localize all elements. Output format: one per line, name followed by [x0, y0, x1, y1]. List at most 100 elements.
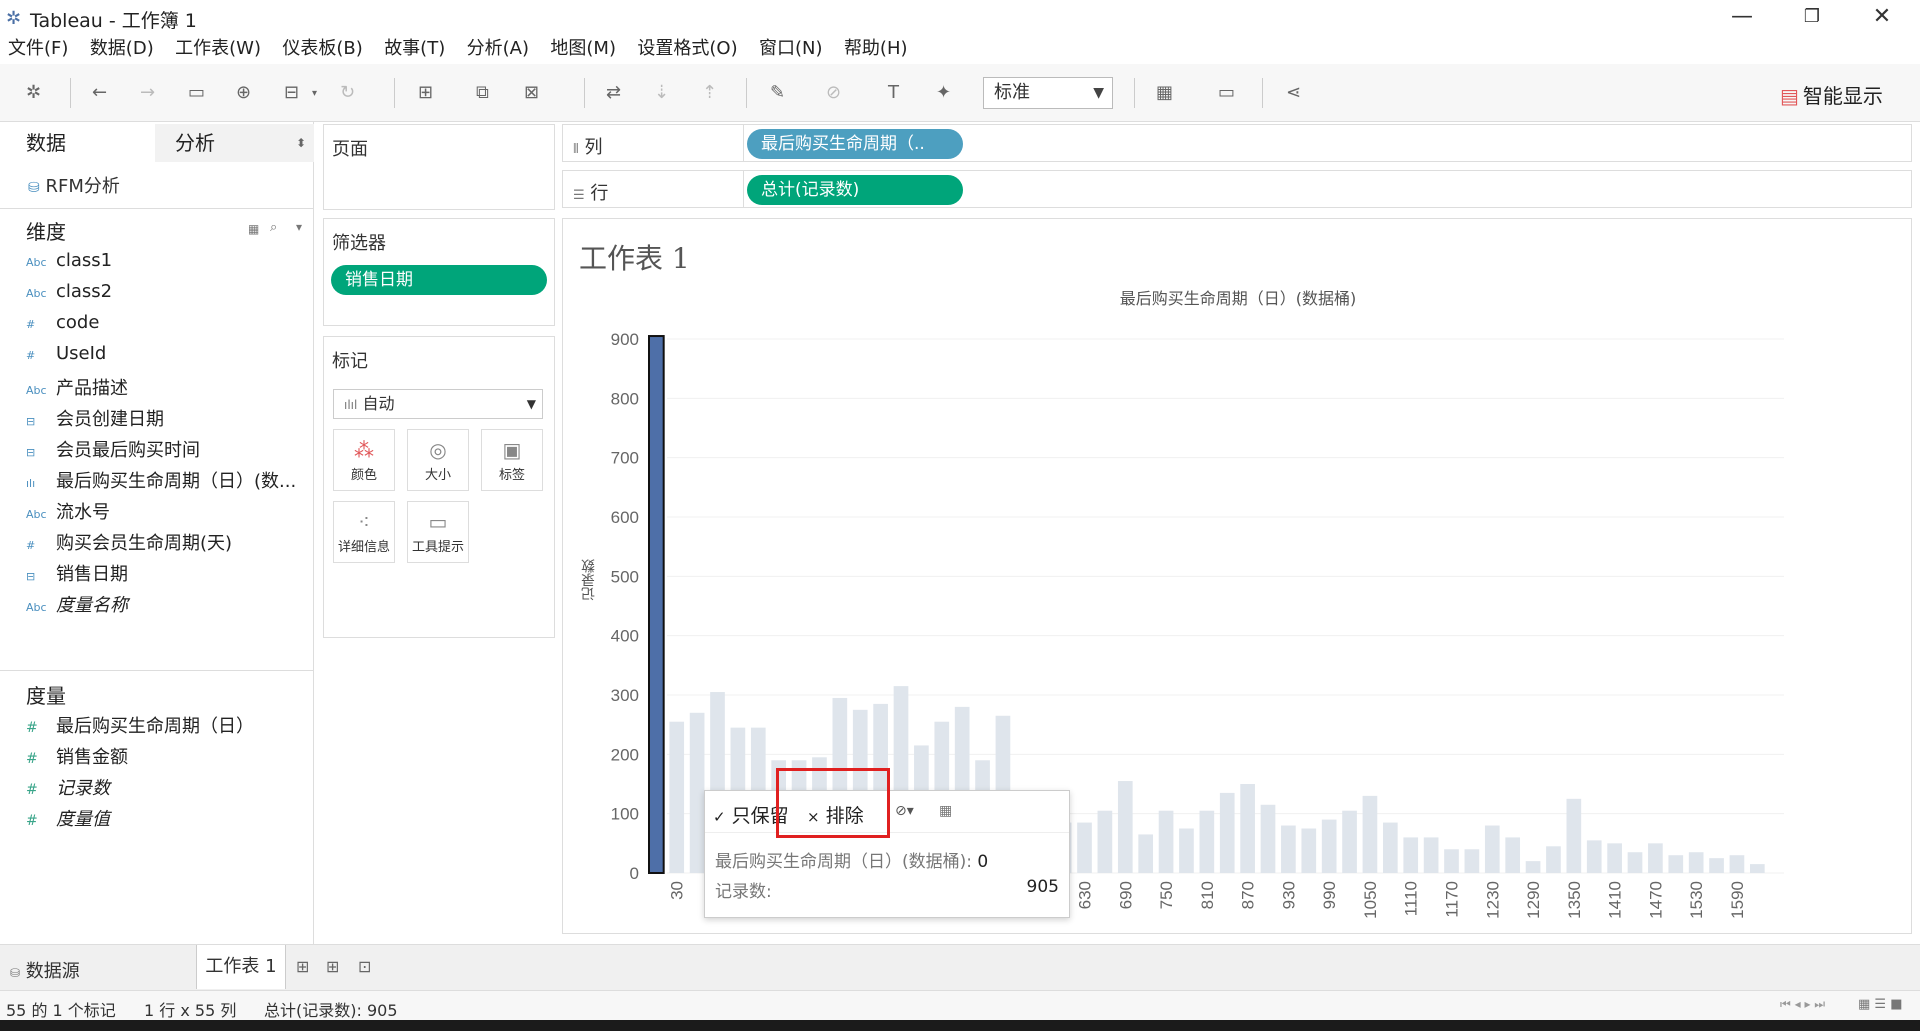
marks-color-button[interactable]: ⁂ 颜色 [333, 429, 395, 491]
tableau-home-icon[interactable]: ✲ [26, 82, 41, 103]
dimension-field[interactable]: ılı 最后购买生命周期（日）(数... [26, 467, 296, 495]
menu-help[interactable]: 帮助(H) [844, 34, 908, 64]
view-data-icon[interactable]: ▦ [939, 803, 952, 819]
measure-field[interactable]: # 度量值 [26, 805, 110, 833]
measure-field[interactable]: # 记录数 [26, 774, 110, 802]
dimension-field[interactable]: # 购买会员生命周期(天) [26, 529, 232, 557]
bar[interactable] [1423, 837, 1439, 873]
columns-pill[interactable]: 最后购买生命周期（.. [747, 129, 963, 159]
rows-shelf[interactable]: ☰ 行 总计(记录数) [562, 170, 1912, 208]
pages-card[interactable]: 页面 [323, 124, 555, 210]
bar[interactable] [1240, 784, 1255, 873]
bar[interactable] [1199, 810, 1215, 873]
undo-icon[interactable]: ← [92, 82, 107, 103]
dimension-field[interactable]: Abc class2 [26, 281, 112, 309]
sort-ascending-icon[interactable]: ⇣ [654, 82, 669, 103]
bar[interactable] [1668, 855, 1684, 873]
swap-rows-columns-icon[interactable]: ⇄ [606, 82, 621, 103]
dimension-field[interactable]: Abc 产品描述 [26, 374, 128, 402]
filters-card[interactable]: 筛选器 销售日期 [323, 218, 555, 326]
fix-axes-icon[interactable]: ✦ [936, 82, 951, 103]
menu-dashboard[interactable]: 仪表板(B) [282, 34, 362, 64]
bar[interactable] [1484, 825, 1500, 873]
bar[interactable] [1219, 792, 1235, 873]
measure-field[interactable]: # 最后购买生命周期（日） [26, 712, 254, 740]
group-members-icon[interactable]: ⊘ [826, 82, 841, 103]
new-worksheet-icon[interactable]: ⊞ [418, 82, 433, 103]
menu-file[interactable]: 文件(F) [8, 34, 68, 64]
presentation-mode-icon[interactable]: ▭ [1218, 82, 1235, 103]
dimension-field[interactable]: # UseId [26, 343, 106, 371]
menu-story[interactable]: 故事(T) [384, 34, 445, 64]
save-icon[interactable]: ▭ [188, 82, 205, 103]
fit-select[interactable]: 标准 ▼ [983, 77, 1113, 109]
dimension-field[interactable]: ⊟ 会员创建日期 [26, 405, 164, 433]
tab-nav-icon[interactable]: ⏮ ◂ ▸ ⏭ [1780, 997, 1825, 1012]
bar[interactable] [1709, 858, 1724, 873]
group-members-icon[interactable]: ⊘▾ [895, 803, 914, 819]
bar[interactable] [648, 335, 665, 875]
bar[interactable] [1179, 828, 1194, 874]
measure-field[interactable]: # 销售金额 [26, 743, 128, 771]
minimize-button[interactable]: — [1716, 2, 1768, 32]
bar[interactable] [1097, 810, 1113, 873]
show-cards-icon[interactable]: ▦ [1156, 82, 1173, 103]
show-mark-labels-icon[interactable]: T [888, 82, 899, 103]
bar[interactable] [1281, 825, 1296, 873]
menu-window[interactable]: 窗口(N) [759, 34, 823, 64]
mark-type-select[interactable]: ılıl 自动 ▼ [333, 389, 543, 419]
bar[interactable] [1444, 849, 1459, 873]
tab-data[interactable]: 数据 [0, 122, 155, 164]
new-dashboard-tab-icon[interactable]: ⊞ [326, 957, 339, 976]
clear-sheet-icon[interactable]: ⊠ [524, 82, 539, 103]
marks-tooltip-button[interactable]: ▭ 工具提示 [407, 501, 469, 563]
bar[interactable] [1138, 834, 1154, 873]
bar[interactable] [1607, 843, 1622, 873]
sort-descending-icon[interactable]: ⇡ [702, 82, 717, 103]
bar[interactable] [1688, 852, 1704, 873]
bar[interactable] [1566, 798, 1582, 873]
duplicate-sheet-icon[interactable]: ⧉ [476, 82, 489, 103]
menu-analysis[interactable]: 分析(A) [467, 34, 529, 64]
tab-datasource[interactable]: ⛁ 数据源 [10, 957, 80, 983]
grid-view-icon[interactable]: ▦ ☰ ■ [1858, 997, 1902, 1012]
chevron-down-icon[interactable]: ▾ [296, 220, 302, 234]
chevron-down-icon[interactable]: ▾ [312, 88, 317, 99]
bar[interactable] [669, 721, 685, 873]
bar[interactable] [1077, 822, 1092, 873]
bar[interactable] [1301, 828, 1317, 874]
refresh-icon[interactable]: ↻ [340, 82, 355, 103]
pause-updates-icon[interactable]: ⊟ [284, 82, 299, 103]
restore-button[interactable]: ❐ [1786, 2, 1838, 32]
close-button[interactable]: ✕ [1856, 2, 1908, 32]
new-worksheet-tab-icon[interactable]: ⊞ [296, 957, 309, 976]
dimension-field[interactable]: ⊟ 会员最后购买时间 [26, 436, 200, 464]
dimension-field[interactable]: # code [26, 312, 99, 340]
bar[interactable] [1627, 852, 1643, 873]
menu-format[interactable]: 设置格式(O) [637, 34, 737, 64]
marks-label-button[interactable]: ▣ 标签 [481, 429, 543, 491]
columns-shelf[interactable]: ⦀ 列 最后购买生命周期（.. [562, 124, 1912, 162]
view-toggle-icon[interactable]: ▦ [248, 222, 259, 236]
bar[interactable] [1648, 843, 1663, 873]
bar[interactable] [1546, 846, 1561, 873]
bar[interactable] [1464, 849, 1480, 873]
bar[interactable] [1321, 819, 1337, 873]
marks-detail-button[interactable]: ⁖ 详细信息 [333, 501, 395, 563]
tab-sheet-1[interactable]: 工作表 1 [196, 945, 286, 989]
tab-analysis[interactable]: 分析 ⬍ [155, 124, 314, 162]
bar[interactable] [1362, 795, 1378, 873]
menu-map[interactable]: 地图(M) [550, 34, 616, 64]
bar[interactable] [1383, 822, 1398, 873]
filter-pill-sale-date[interactable]: 销售日期 [331, 265, 547, 295]
dimension-field[interactable]: Abc class1 [26, 250, 112, 278]
show-me-button[interactable]: ▤ 智能显示 [1780, 80, 1883, 109]
highlight-icon[interactable]: ✎ [770, 82, 785, 103]
bar[interactable] [1729, 855, 1745, 873]
menu-data[interactable]: 数据(D) [90, 34, 154, 64]
bar[interactable] [1505, 837, 1521, 873]
share-icon[interactable]: ⋖ [1286, 82, 1301, 103]
new-datasource-icon[interactable]: ⊕ [236, 82, 251, 103]
marks-size-button[interactable]: ◎ 大小 [407, 429, 469, 491]
bar[interactable] [1525, 861, 1541, 873]
